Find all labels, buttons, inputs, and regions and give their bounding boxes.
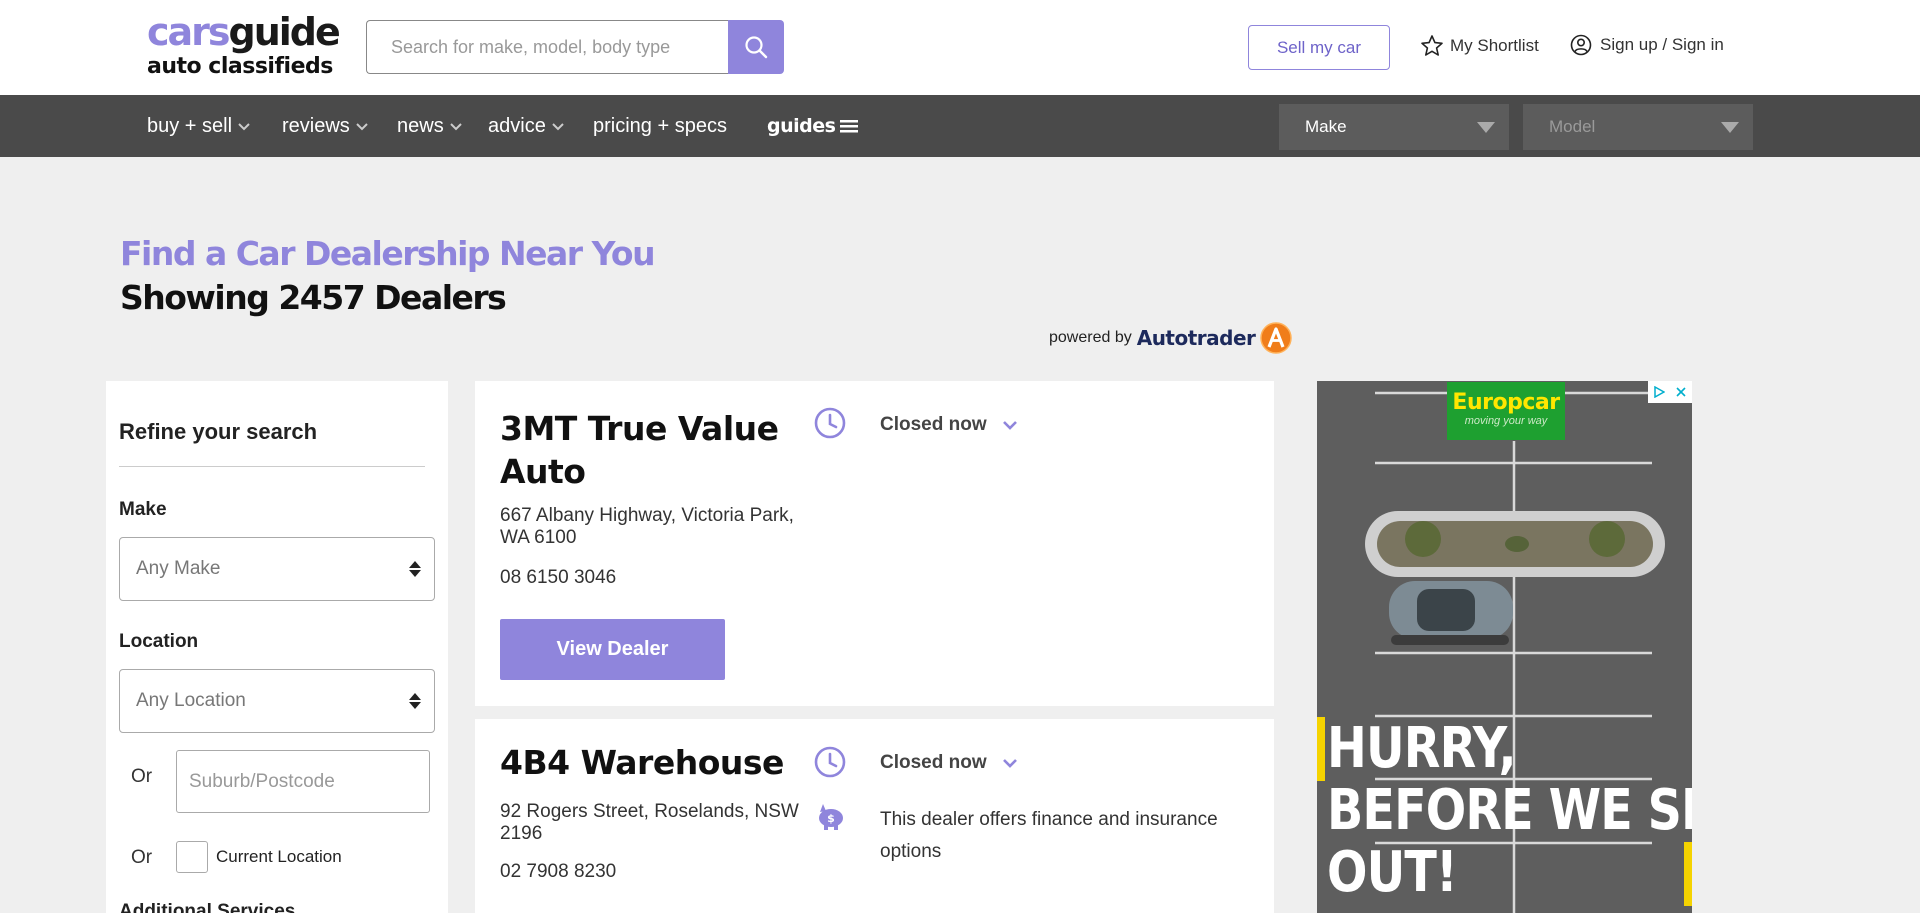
play-icon xyxy=(1654,386,1665,398)
finance-offer-text: This dealer offers finance and insurance… xyxy=(880,809,1218,862)
menu-icon xyxy=(840,120,859,133)
chevron-down-icon xyxy=(1002,421,1017,430)
nav-label: buy + sell xyxy=(147,114,233,137)
accent-bar xyxy=(1317,717,1325,781)
refine-search-title: Refine your search xyxy=(119,419,318,444)
dropdown-arrow-icon xyxy=(1721,122,1739,133)
make-filter-select[interactable]: Any Make xyxy=(119,537,435,601)
view-dealer-button[interactable]: View Dealer xyxy=(500,619,725,680)
make-select-value: Make xyxy=(1305,117,1347,136)
additional-services-label: Additional Services xyxy=(119,901,296,913)
open-status: Closed now xyxy=(880,414,987,435)
autotrader-wordmark: Autotrader xyxy=(1136,326,1256,350)
dealer-card: 3MT True Value Auto 667 Albany Highway, … xyxy=(475,381,1274,706)
chevron-down-icon xyxy=(1002,759,1017,768)
search-icon xyxy=(745,36,768,59)
make-filter-value: Any Make xyxy=(136,558,221,579)
sell-my-car-button[interactable]: Sell my car xyxy=(1248,25,1390,70)
close-icon xyxy=(1676,387,1686,397)
select-arrows-icon xyxy=(409,561,421,577)
page-title: Find a Car Dealership Near You xyxy=(120,234,656,273)
chevron-down-icon xyxy=(552,123,564,131)
nav-guides[interactable]: guides xyxy=(767,95,859,157)
carsguide-logo[interactable]: carsguide auto classifieds xyxy=(147,10,341,80)
chevron-down-icon xyxy=(238,123,250,131)
make-select[interactable]: Make xyxy=(1279,104,1509,150)
star-icon xyxy=(1421,35,1443,56)
dealer-phone[interactable]: 08 6150 3046 xyxy=(500,567,616,589)
or-label: Or xyxy=(131,766,153,787)
close-ad-button[interactable] xyxy=(1670,381,1692,403)
refine-search-panel: Refine your search Make Any Make Locatio… xyxy=(106,381,448,913)
logo-guide: guide xyxy=(228,10,341,54)
site-header: carsguide auto classifieds Sell my car M… xyxy=(0,0,1920,95)
dropdown-arrow-icon xyxy=(1477,122,1495,133)
europcar-brand: Europcar xyxy=(1452,390,1560,415)
nav-label: pricing + specs xyxy=(593,114,727,137)
signin-label: Sign up / Sign in xyxy=(1600,35,1724,54)
select-arrows-icon xyxy=(409,693,421,709)
logo-cars: cars xyxy=(147,10,231,54)
dealer-phone[interactable]: 02 7908 8230 xyxy=(500,861,616,883)
location-filter-value: Any Location xyxy=(136,690,246,711)
or-label: Or xyxy=(131,847,153,868)
ad-headline: HURRY, BEFORE WE SELL OUT! xyxy=(1327,718,1692,904)
nav-pricing-specs[interactable]: pricing + specs xyxy=(593,95,727,157)
search-field[interactable] xyxy=(366,20,728,74)
search-button[interactable] xyxy=(728,20,784,74)
opening-hours-toggle[interactable]: Closed now xyxy=(880,752,1019,774)
suburb-placeholder: Suburb/Postcode xyxy=(189,770,335,792)
dealer-count-heading: Showing 2457 Dealers xyxy=(120,278,507,317)
clock-icon xyxy=(814,746,846,778)
current-location-label: Current Location xyxy=(216,847,342,866)
opening-hours-toggle[interactable]: Closed now xyxy=(880,414,1019,436)
shortlist-label: My Shortlist xyxy=(1450,36,1539,55)
piggy-bank-icon: $ xyxy=(819,804,843,830)
dealer-address: 92 Rogers Street, Roselands, NSW 2196 xyxy=(500,801,799,844)
clock-icon xyxy=(814,407,846,439)
location-filter-select[interactable]: Any Location xyxy=(119,669,435,733)
open-status: Closed now xyxy=(880,752,987,773)
dealer-name: 4B4 Warehouse xyxy=(500,743,784,782)
nav-label: reviews xyxy=(282,114,350,137)
make-label: Make xyxy=(119,499,167,520)
dealer-card: 4B4 Warehouse 92 Rogers Street, Roseland… xyxy=(475,719,1274,913)
nav-news[interactable]: news xyxy=(397,95,463,157)
ad-headline-line: OUT! xyxy=(1327,840,1458,905)
logo-subtitle: auto classifieds xyxy=(147,54,333,79)
nav-label: advice xyxy=(488,114,546,137)
search-input[interactable] xyxy=(367,21,728,73)
location-label: Location xyxy=(119,631,199,652)
sign-in-link[interactable]: Sign up / Sign in xyxy=(1570,34,1724,56)
dealer-name: 3MT True Value Auto xyxy=(500,409,779,491)
chevron-down-icon xyxy=(356,123,368,131)
powered-by-label: powered by xyxy=(1049,329,1132,346)
advertisement[interactable]: Europcar moving your way HURRY, BEFORE W… xyxy=(1317,381,1692,913)
model-select[interactable]: Model xyxy=(1523,104,1753,150)
nav-label: guides xyxy=(767,115,836,137)
ad-headline-line: HURRY, xyxy=(1327,716,1517,781)
nav-label: news xyxy=(397,114,444,137)
model-select-value: Model xyxy=(1549,117,1596,136)
dealer-address: 667 Albany Highway, Victoria Park, WA 61… xyxy=(500,505,794,548)
my-shortlist-link[interactable]: My Shortlist xyxy=(1420,34,1539,58)
europcar-tagline: moving your way xyxy=(1464,415,1548,427)
europcar-logo: Europcar moving your way xyxy=(1447,382,1565,440)
nav-reviews[interactable]: reviews xyxy=(282,95,369,157)
nav-buy-sell[interactable]: buy + sell xyxy=(147,95,251,157)
divider xyxy=(119,466,425,467)
adchoices-button[interactable] xyxy=(1648,381,1670,403)
ad-controls xyxy=(1648,381,1692,403)
chevron-down-icon xyxy=(449,123,462,131)
autotrader-logo-icon xyxy=(1260,322,1293,354)
suburb-postcode-input[interactable]: Suburb/Postcode xyxy=(176,750,430,813)
user-icon xyxy=(1570,34,1592,56)
ad-headline-line: BEFORE WE SELL xyxy=(1327,778,1692,843)
powered-by-autotrader: powered by Autotrader xyxy=(1049,322,1293,354)
current-location-checkbox[interactable] xyxy=(176,841,208,873)
svg-text:$: $ xyxy=(827,812,835,825)
nav-advice[interactable]: advice xyxy=(488,95,565,157)
